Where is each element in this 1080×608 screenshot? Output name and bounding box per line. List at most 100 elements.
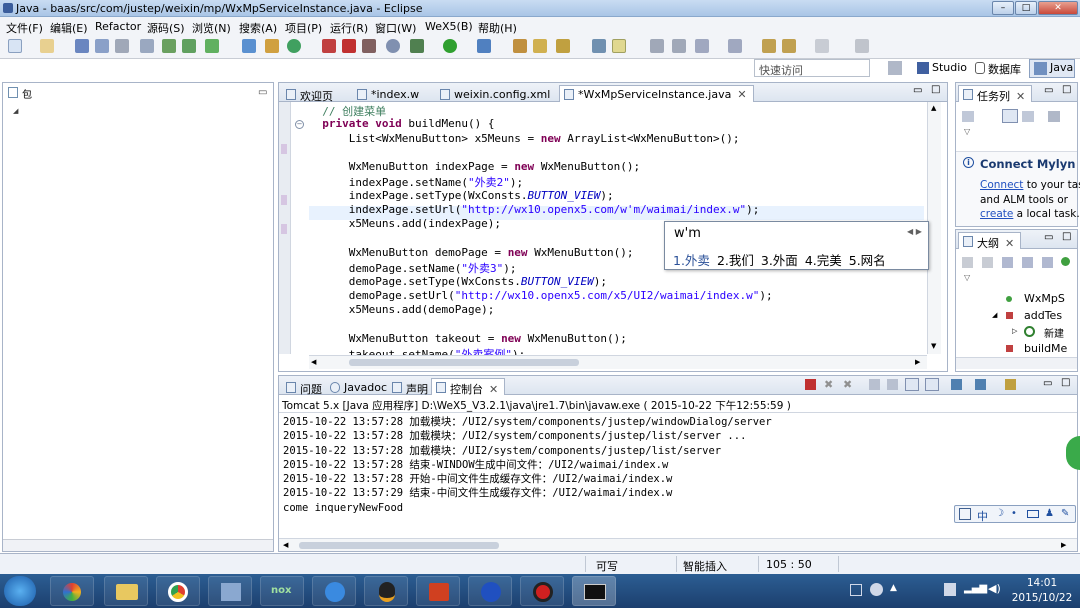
signal-icon[interactable]: ▂▄▆ [964,583,987,594]
refresh-icon[interactable] [242,39,256,53]
hide-static-icon[interactable] [1042,257,1053,268]
taskbar-record[interactable] [520,576,564,606]
scroll-right-icon[interactable]: ▶ [1061,541,1066,549]
taskbar-app[interactable] [208,576,252,606]
menu-edit[interactable]: 编辑(E) [50,20,88,36]
collapse-all-icon[interactable] [962,257,973,268]
minimize-outline-icon[interactable]: ▭ [1044,232,1053,243]
menu-wex5[interactable]: WeX5(B) [425,20,473,33]
punct-icon[interactable]: • [1011,508,1017,519]
close-button[interactable]: ✕ [1038,1,1078,15]
scroll-right-icon[interactable]: ▶ [915,358,920,366]
pin-console-icon[interactable] [951,379,962,390]
check-icon[interactable] [205,39,219,53]
ime-mode-label[interactable]: 中 [977,508,988,524]
tab-console[interactable]: 控制台 ✕ [431,378,506,396]
code-line[interactable]: indexPage.setType(WxConsts.BUTTON_VIEW); [309,189,921,203]
console-output[interactable]: 2015-10-22 13:57:28 加载模块：/UI2/system/com… [283,415,1063,535]
open-perspective-icon[interactable] [888,61,902,75]
open-folder-icon[interactable] [533,39,547,53]
tab-outline[interactable]: 大纲 ✕ [958,232,1022,250]
tab-task-list[interactable]: 任务列 ✕ [958,85,1033,103]
pin-icon[interactable] [855,39,869,53]
categorize-icon[interactable] [1002,109,1018,123]
minimize-console-icon[interactable]: ▭ [1043,378,1052,389]
gear-run-icon[interactable] [410,39,424,53]
tab-problems[interactable]: 问题 [281,378,329,396]
perspective-database[interactable]: 数据库 [972,60,1025,78]
maximize-task-icon[interactable]: □ [1062,84,1071,95]
search-icon[interactable] [592,39,606,53]
tray-date[interactable]: 2015/10/22 [1010,592,1074,604]
code-line[interactable]: indexPage.setUrl("http://wx10.openx5.com… [309,203,921,217]
scroll-thumb[interactable] [349,359,579,366]
sort-icon[interactable] [982,257,993,268]
close-tab-icon[interactable]: ✕ [737,88,746,101]
remove-launch-icon[interactable]: ✖ [824,378,833,391]
last-edit-icon[interactable] [762,39,776,53]
maximize-button[interactable]: □ [1015,1,1037,15]
open-console-icon[interactable] [1005,379,1016,390]
menu-window[interactable]: 窗口(W) [375,20,416,36]
code-line[interactable]: demoPage.setType(WxConsts.BUTTON_VIEW); [309,275,921,289]
pen-icon[interactable] [612,39,626,53]
code-line[interactable] [309,317,921,331]
menu-file[interactable]: 文件(F) [6,20,43,36]
help-icon[interactable] [870,583,883,596]
focus-icon[interactable] [1022,111,1034,122]
open-icon[interactable] [40,39,54,53]
format-icon[interactable] [672,39,686,53]
menu-search[interactable]: 搜索(A) [239,20,277,36]
scroll-up-icon[interactable]: ▲ [931,104,936,112]
disconnect-icon[interactable] [362,39,376,53]
taskbar-qq[interactable] [364,576,408,606]
code-line[interactable]: WxMenuButton takeout = new WxMenuButton(… [309,332,921,346]
scroll-left-icon[interactable]: ◀ [283,541,288,549]
prev-annotation-icon[interactable] [728,39,742,53]
fold-icon[interactable]: − [295,120,304,129]
tray-icon[interactable] [850,584,862,596]
taskbar-explorer[interactable] [104,576,148,606]
code-line[interactable]: private void buildMenu() { [309,117,921,131]
tree-expand-icon[interactable]: ◢ [13,107,18,115]
hide-fields-icon[interactable] [1022,257,1033,268]
stop-debug-icon[interactable] [342,39,356,53]
code-line[interactable]: x5Meuns.add(demoPage); [309,303,921,317]
package-icon[interactable] [265,39,279,53]
ime-candidate[interactable]: 5.网名 [849,253,886,268]
minimize-view-icon[interactable]: ▭ [258,87,267,98]
ime-candidate[interactable]: 4.完美 [805,253,842,268]
taskbar-app[interactable] [416,576,460,606]
quick-access-input[interactable]: 快速访问 [754,59,870,77]
save-all-icon[interactable] [95,39,109,53]
deploy-icon[interactable] [162,39,176,53]
print-icon[interactable] [115,39,129,53]
minimize-task-icon[interactable]: ▭ [1044,85,1053,96]
ime-candidate[interactable]: 1.外卖 [673,253,710,268]
tray-time[interactable]: 14:01 [1010,577,1074,589]
scroll-thumb[interactable] [299,542,499,549]
external-tools-icon[interactable] [477,39,491,53]
ime-page-arrows-icon[interactable]: ◀ ▶ [907,227,922,236]
wand-icon[interactable] [556,39,570,53]
tab-declaration[interactable]: 声明 [387,378,435,396]
remove-all-icon[interactable]: ✖ [843,378,852,391]
close-outline-tab-icon[interactable]: ✕ [1005,237,1014,250]
code-line[interactable]: indexPage.setName("外卖2"); [309,174,921,189]
mylyn-create-link[interactable]: create [980,208,1013,220]
editor-h-scrollbar[interactable]: ◀ ▶ [309,355,927,369]
terminate-icon[interactable] [805,379,816,390]
code-line[interactable]: takeout.setName("外卖案例"); [309,346,921,355]
close-task-tab-icon[interactable]: ✕ [1016,90,1025,103]
save-icon[interactable] [75,39,89,53]
sync-tasks-icon[interactable] [1048,111,1060,122]
menu-help[interactable]: 帮助(H) [478,20,517,36]
sync-icon[interactable] [287,39,301,53]
taskbar-app[interactable] [312,576,356,606]
annotation-icon[interactable] [695,39,709,53]
scroll-left-icon[interactable]: ◀ [311,358,316,366]
outline-dropdown-icon[interactable]: ▽ [964,273,970,282]
volume-icon[interactable]: ◀) [988,582,1001,595]
taskbar-app[interactable] [50,576,94,606]
left-h-scrollbar[interactable] [3,539,273,551]
